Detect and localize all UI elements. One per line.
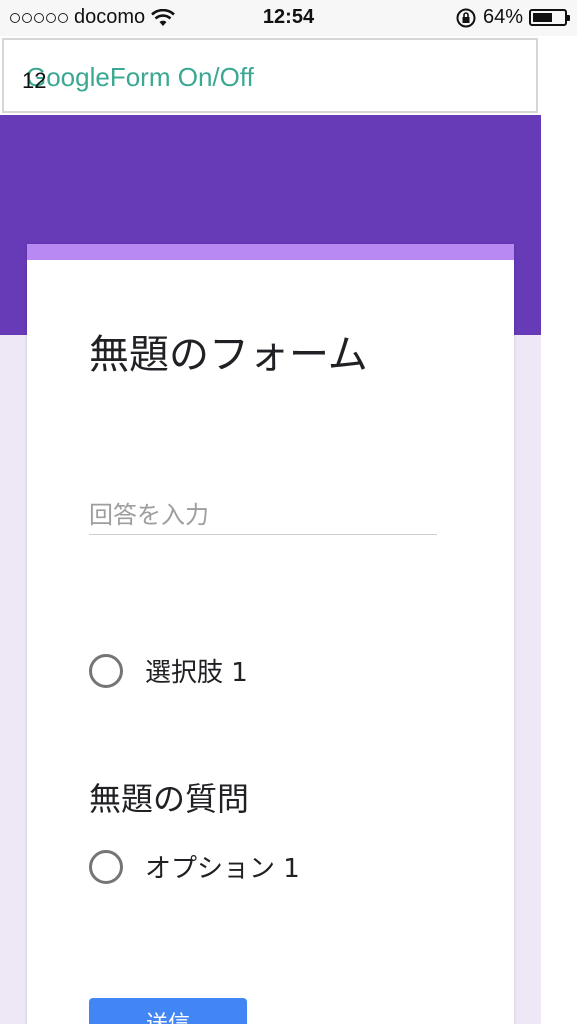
screen: docomo 12:54 64% GoogleForm On/Off 12 無題… (0, 0, 577, 1024)
form-title: 無題のフォーム (89, 332, 368, 378)
status-right: 64% (455, 6, 570, 29)
form-card: 無題のフォーム 選択肢 1 無題の質問 オプション 1 送信 (27, 244, 514, 1024)
option-1-row[interactable]: オプション 1 (89, 848, 300, 885)
status-bar: docomo 12:54 64% (0, 0, 577, 36)
battery-percent: 64% (482, 6, 523, 28)
radio-button-icon[interactable] (89, 849, 123, 884)
submit-button[interactable]: 送信 (89, 998, 247, 1024)
radio-button-icon[interactable] (89, 653, 123, 688)
app-count: 12 (22, 68, 47, 93)
question-title: 無題の質問 (89, 780, 250, 818)
battery-icon (529, 9, 570, 26)
orientation-lock-icon (456, 8, 476, 27)
option-1-label: オプション 1 (145, 854, 300, 884)
right-gutter (541, 115, 577, 1024)
choice-1-label: 選択肢 1 (145, 658, 248, 688)
battery-level-fill (533, 13, 552, 22)
app-title-bar: GoogleForm On/Off 12 (2, 38, 538, 113)
app-title: GoogleForm On/Off (26, 62, 254, 92)
answer-input[interactable] (89, 496, 437, 535)
choice-1-row[interactable]: 選択肢 1 (89, 652, 248, 689)
